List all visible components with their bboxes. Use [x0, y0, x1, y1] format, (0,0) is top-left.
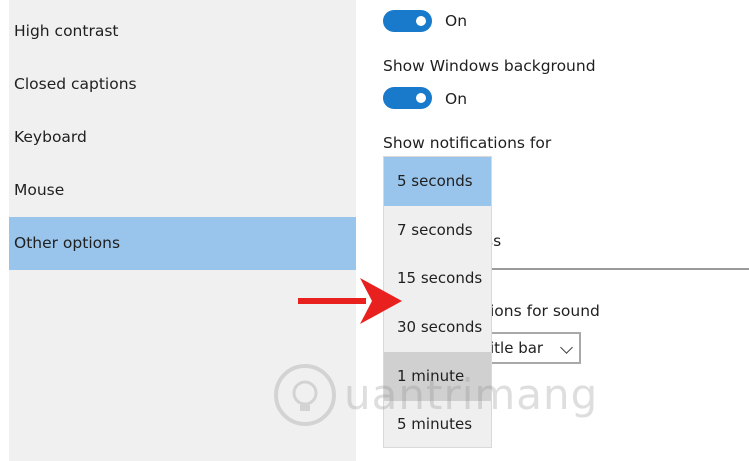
sidebar-item-mouse[interactable]: Mouse: [9, 164, 356, 217]
watermark-logo-icon: [274, 364, 336, 426]
toggle-knob: [416, 16, 426, 26]
toggle-knob: [416, 93, 426, 103]
red-arrow-icon: [298, 278, 402, 324]
show-windows-background-toggle[interactable]: [383, 87, 432, 109]
dropdown-option-5-seconds[interactable]: 5 seconds: [384, 157, 491, 206]
toggle-switch-1[interactable]: [383, 10, 432, 32]
watermark-text: uantrimang: [344, 370, 599, 419]
sidebar-item-other-options[interactable]: Other options: [9, 217, 356, 270]
watermark: uantrimang: [272, 362, 597, 428]
sidebar-item-keyboard[interactable]: Keyboard: [9, 111, 356, 164]
sidebar-item-closed-captions[interactable]: Closed captions: [9, 58, 356, 111]
visual-notification-select[interactable]: itle bar: [483, 332, 581, 364]
dropdown-option-7-seconds[interactable]: 7 seconds: [384, 206, 491, 255]
visual-notification-value: itle bar: [490, 339, 544, 357]
chevron-down-icon: [560, 341, 573, 354]
visual-notifications-label: ions for sound: [490, 302, 600, 320]
toggle-1-state: On: [445, 12, 468, 30]
show-notifications-label: Show notifications for: [383, 134, 552, 152]
sidebar-item-high-contrast[interactable]: High contrast: [9, 5, 356, 58]
show-windows-background-state: On: [445, 90, 468, 108]
show-windows-background-label: Show Windows background: [383, 57, 596, 75]
